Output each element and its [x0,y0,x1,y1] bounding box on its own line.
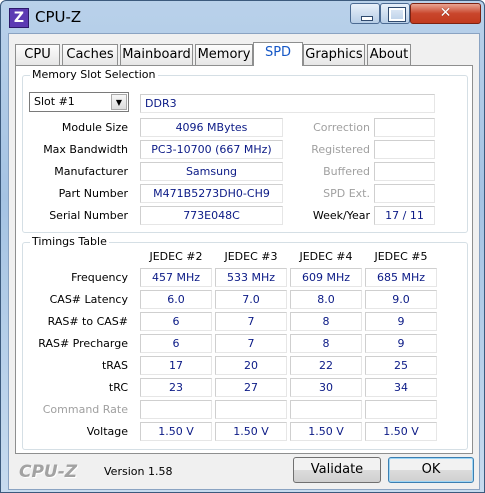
close-button[interactable]: ✕ [410,3,481,24]
tab-graphics[interactable]: Graphics [303,44,365,65]
command-rate-label: Command Rate [42,403,128,416]
timing-cell: 7 [215,334,287,353]
timing-cell [290,400,362,419]
tras-label: tRAS [101,359,128,372]
close-icon: ✕ [439,5,452,21]
ras-precharge-label: RAS# Precharge [38,337,128,350]
timings-col-header: JEDEC #2 [149,250,203,263]
maximize-button[interactable] [380,3,410,24]
correction-value [374,118,435,137]
timing-cell: 8.0 [290,290,362,309]
tab-mainboard[interactable]: Mainboard [120,44,193,65]
spd-ext-label: SPD Ext. [323,187,370,200]
minimize-button[interactable] [350,3,380,24]
maximize-icon [388,7,406,22]
timing-cell: 1.50 V [365,422,437,441]
registered-value [374,140,435,159]
manufacturer-label: Manufacturer [54,165,128,178]
timing-cell: 23 [140,378,212,397]
tab-memory[interactable]: Memory [195,44,253,65]
app-icon: Z [9,8,29,28]
tab-about[interactable]: About [367,44,411,65]
timing-cell [365,400,437,419]
part-number-value: M471B5273DH0-CH9 [140,184,283,203]
serial-number-label: Serial Number [49,209,128,222]
serial-number-value: 773E048C [140,206,283,225]
manufacturer-value: Samsung [140,162,283,181]
timing-cell: 685 MHz [365,268,437,287]
timing-cell: 9 [365,334,437,353]
timing-cell: 7.0 [215,290,287,309]
slot-select[interactable]: Slot #1 ▼ [29,92,129,112]
timing-cell: 8 [290,312,362,331]
chevron-down-icon[interactable]: ▼ [111,94,127,110]
timing-cell: 30 [290,378,362,397]
buffered-label: Buffered [323,165,370,178]
buffered-value [374,162,435,181]
timing-cell: 533 MHz [215,268,287,287]
timing-cell: 1.50 V [290,422,362,441]
module-size-label: Module Size [61,121,128,134]
memory-slot-group-title: Memory Slot Selection [30,68,158,81]
timing-cell: 6 [140,312,212,331]
timing-cell: 1.50 V [215,422,287,441]
version-text: Version 1.58 [104,465,173,478]
timing-cell: 609 MHz [290,268,362,287]
week-year-value: 17 / 11 [374,206,435,225]
module-size-value: 4096 MBytes [140,118,283,137]
part-number-label: Part Number [58,187,128,200]
timing-cell: 9 [365,312,437,331]
spd-panel: Memory Slot Selection Slot #1 ▼ DDR3 Mod… [15,65,473,454]
spd-ext-value [374,184,435,203]
timing-cell [140,400,212,419]
max-bandwidth-label: Max Bandwidth [43,143,128,156]
tab-cpu[interactable]: CPU [15,44,60,65]
cpuz-window: Z CPU-Z ✕ CPU Caches Mainboard Memory SP… [0,0,485,493]
timing-cell: 7 [215,312,287,331]
timing-cell: 20 [215,356,287,375]
timing-cell: 457 MHz [140,268,212,287]
title-bar[interactable]: Z CPU-Z ✕ [1,1,484,34]
week-year-label: Week/Year [312,209,370,222]
timings-group-title: Timings Table [30,235,109,248]
cpuz-logo: CPU-Z [19,462,78,482]
timings-col-header: JEDEC #3 [224,250,278,263]
max-bandwidth-value: PC3-10700 (667 MHz) [140,140,283,159]
minimize-icon [361,16,373,21]
window-title: CPU-Z [35,8,82,26]
cas-latency-label: CAS# Latency [49,293,128,306]
tab-caches[interactable]: Caches [62,44,118,65]
timing-cell: 1.50 V [140,422,212,441]
timing-cell: 17 [140,356,212,375]
slot-select-value: Slot #1 [34,95,75,108]
validate-button[interactable]: Validate [293,457,381,483]
timing-cell: 34 [365,378,437,397]
timing-cell: 6.0 [140,290,212,309]
voltage-label: Voltage [86,425,128,438]
ras-to-cas-label: RAS# to CAS# [47,315,128,328]
tab-spd[interactable]: SPD [253,42,303,66]
ok-button[interactable]: OK [388,457,474,483]
client-area: CPU Caches Mainboard Memory SPD Graphics… [8,33,480,490]
timing-cell [215,400,287,419]
timing-cell: 27 [215,378,287,397]
memory-type-value: DDR3 [140,94,435,113]
timings-col-header: JEDEC #5 [374,250,428,263]
timings-col-header: JEDEC #4 [299,250,353,263]
timing-cell: 25 [365,356,437,375]
correction-label: Correction [313,121,370,134]
timing-cell: 9.0 [365,290,437,309]
timing-cell: 6 [140,334,212,353]
timing-cell: 8 [290,334,362,353]
registered-label: Registered [311,143,370,156]
trc-label: tRC [108,381,128,394]
timing-cell: 22 [290,356,362,375]
frequency-label: Frequency [71,271,128,284]
